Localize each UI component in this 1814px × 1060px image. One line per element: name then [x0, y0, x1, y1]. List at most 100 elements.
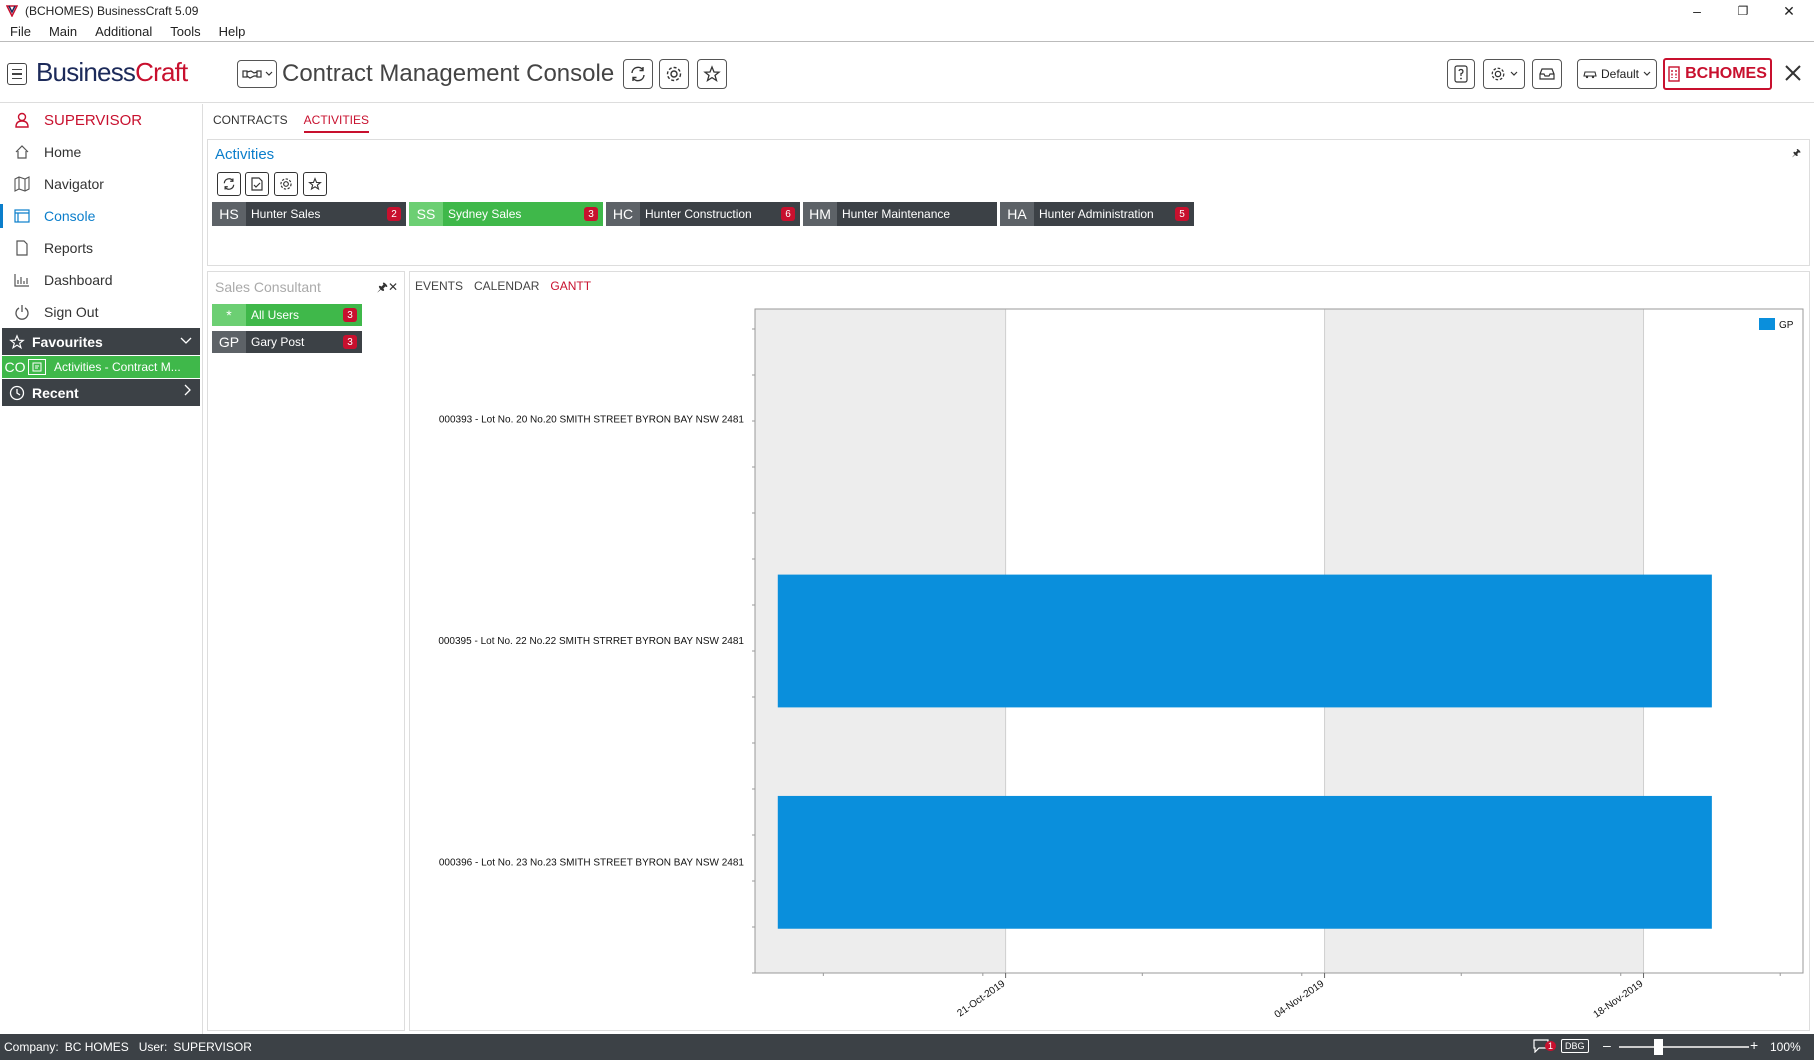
- group-label: Hunter Sales: [251, 207, 321, 221]
- favourite-label: Activities - Contract M...: [54, 360, 181, 374]
- sidebar-item-dashboard[interactable]: Dashboard: [0, 264, 202, 296]
- restore-button[interactable]: ❐: [1720, 0, 1766, 22]
- debug-badge[interactable]: DBG: [1561, 1039, 1589, 1053]
- sidebar-item-label: Navigator: [44, 176, 104, 192]
- group-label: Hunter Administration: [1039, 207, 1154, 221]
- sidebar-user-label: SUPERVISOR: [44, 111, 143, 129]
- tab-contracts[interactable]: CONTRACTS: [213, 113, 288, 133]
- gantt-chart: 000393 - Lot No. 20 No.20 SMITH STREET B…: [438, 308, 1804, 1021]
- zoom-in-button[interactable]: +: [1750, 1037, 1758, 1053]
- activities-title: Activities: [215, 146, 275, 163]
- group-chip-hunter-construction[interactable]: HC Hunter Construction 6: [606, 202, 800, 226]
- group-code: HA: [1000, 202, 1034, 226]
- tab-activities[interactable]: ACTIVITIES: [303, 113, 370, 133]
- brand-logo: BusinessCraft: [36, 57, 188, 87]
- main-tabs: CONTRACTS ACTIVITIES: [213, 113, 385, 133]
- refresh-button[interactable]: [623, 59, 653, 89]
- notifications-button[interactable]: 1: [1533, 1039, 1557, 1053]
- app-window: (BCHOMES) BusinessCraft 5.09 – ❐ ✕ File …: [0, 0, 1814, 1060]
- menu-file[interactable]: File: [0, 24, 40, 39]
- legend-swatch: [1759, 318, 1775, 330]
- inbox-icon: [1539, 68, 1555, 80]
- sidebar-item-home[interactable]: Home: [0, 136, 202, 168]
- sidebar-item-reports[interactable]: Reports: [0, 232, 202, 264]
- company-status-value: BC HOMES: [64, 1040, 129, 1054]
- chevron-down-icon: [265, 71, 272, 76]
- clock-icon: [2, 385, 32, 401]
- settings-button[interactable]: [659, 59, 689, 89]
- refresh-icon: [223, 178, 235, 190]
- x-tick-label: 18-Nov-2019: [1592, 978, 1646, 1020]
- group-count-badge: 2: [387, 207, 401, 221]
- sidebar-item-label: Console: [44, 208, 96, 224]
- window-close-button[interactable]: ✕: [1766, 0, 1812, 22]
- module-switcher-button[interactable]: [237, 60, 277, 88]
- minimize-button[interactable]: –: [1674, 0, 1720, 22]
- user-count-badge: 3: [343, 335, 357, 349]
- sidebar-user[interactable]: SUPERVISOR: [0, 104, 202, 136]
- close-console-button[interactable]: [1778, 58, 1808, 88]
- hamburger-menu-button[interactable]: [7, 63, 27, 85]
- star-icon: [308, 177, 322, 191]
- chevron-right-icon: [184, 383, 192, 399]
- user-icon: [0, 112, 44, 128]
- pin-close-icon[interactable]: 🖈✕: [377, 278, 398, 299]
- favourites-header[interactable]: Favourites: [2, 328, 200, 355]
- group-chip-hunter-maintenance[interactable]: HM Hunter Maintenance: [803, 202, 997, 226]
- group-count-badge: 6: [781, 207, 795, 221]
- gantt-row-label: 000396 - Lot No. 23 No.23 SMITH STREET B…: [439, 857, 745, 868]
- x-tick-label: 04-Nov-2019: [1273, 978, 1327, 1020]
- group-label: Hunter Maintenance: [842, 207, 951, 221]
- group-chip-sydney-sales[interactable]: SS Sydney Sales 3: [409, 202, 603, 226]
- layout-label: Default: [1600, 67, 1640, 81]
- gear-icon: [280, 178, 292, 190]
- menu-help[interactable]: Help: [210, 24, 255, 39]
- user-chip-gary-post[interactable]: GP Gary Post 3: [212, 331, 362, 353]
- activities-settings-button[interactable]: [274, 172, 298, 196]
- menu-tools[interactable]: Tools: [161, 24, 209, 39]
- legend-label: GP: [1779, 320, 1794, 331]
- map-icon: [0, 176, 44, 192]
- user-code: GP: [212, 331, 246, 353]
- help-button[interactable]: [1447, 59, 1475, 89]
- menu-main[interactable]: Main: [40, 24, 86, 39]
- favourite-button[interactable]: [697, 59, 727, 89]
- tray-button[interactable]: [1532, 59, 1562, 89]
- activities-checklist-button[interactable]: [245, 172, 269, 196]
- user-chip-all-users[interactable]: * All Users 3: [212, 304, 362, 326]
- layout-dropdown[interactable]: Default: [1577, 59, 1657, 89]
- zoom-slider[interactable]: [1619, 1046, 1749, 1048]
- group-chip-hunter-administration[interactable]: HA Hunter Administration 5: [1000, 202, 1194, 226]
- menu-additional[interactable]: Additional: [86, 24, 161, 39]
- activities-refresh-button[interactable]: [217, 172, 241, 196]
- sidebar-item-navigator[interactable]: Navigator: [0, 168, 202, 200]
- zoom-out-button[interactable]: –: [1603, 1037, 1611, 1053]
- group-code: HS: [212, 202, 246, 226]
- group-label: Sydney Sales: [448, 207, 522, 221]
- user-status-value: SUPERVISOR: [173, 1040, 252, 1054]
- favourite-code: CO: [4, 359, 26, 375]
- sidebar-item-console[interactable]: Console: [0, 200, 202, 232]
- power-icon: [0, 304, 44, 320]
- bar-chart-icon: [0, 273, 44, 287]
- chevron-down-icon: [180, 332, 192, 348]
- company-label: BCHOMES: [1685, 65, 1767, 82]
- pin-icon[interactable]: 🖈: [1792, 146, 1801, 163]
- sales-consultant-panel: Sales Consultant 🖈✕ * All Users 3 GP Gar…: [207, 271, 405, 1031]
- favourite-item[interactable]: CO Activities - Contract M...: [2, 356, 200, 378]
- group-label: Hunter Construction: [645, 207, 752, 221]
- x-tick-label: 21-Oct-2019: [955, 978, 1007, 1019]
- recent-header[interactable]: Recent: [2, 379, 200, 406]
- tools-dropdown-button[interactable]: [1483, 59, 1525, 89]
- company-button[interactable]: BCHOMES: [1663, 58, 1772, 90]
- group-count-badge: 5: [1175, 207, 1189, 221]
- title-bar: (BCHOMES) BusinessCraft 5.09 – ❐ ✕: [0, 0, 1814, 22]
- zoom-slider-handle[interactable]: [1654, 1039, 1663, 1055]
- activities-favourite-button[interactable]: [303, 172, 327, 196]
- schedule-panel: EVENTS CALENDAR GANTT 000393 - Lot No. 2…: [409, 271, 1810, 1031]
- user-count-badge: 3: [343, 308, 357, 322]
- chevron-down-icon: [1643, 71, 1651, 76]
- group-chip-hunter-sales[interactable]: HS Hunter Sales 2: [212, 202, 406, 226]
- sidebar-item-sign-out[interactable]: Sign Out: [0, 296, 202, 328]
- app-logo-icon: [5, 4, 19, 18]
